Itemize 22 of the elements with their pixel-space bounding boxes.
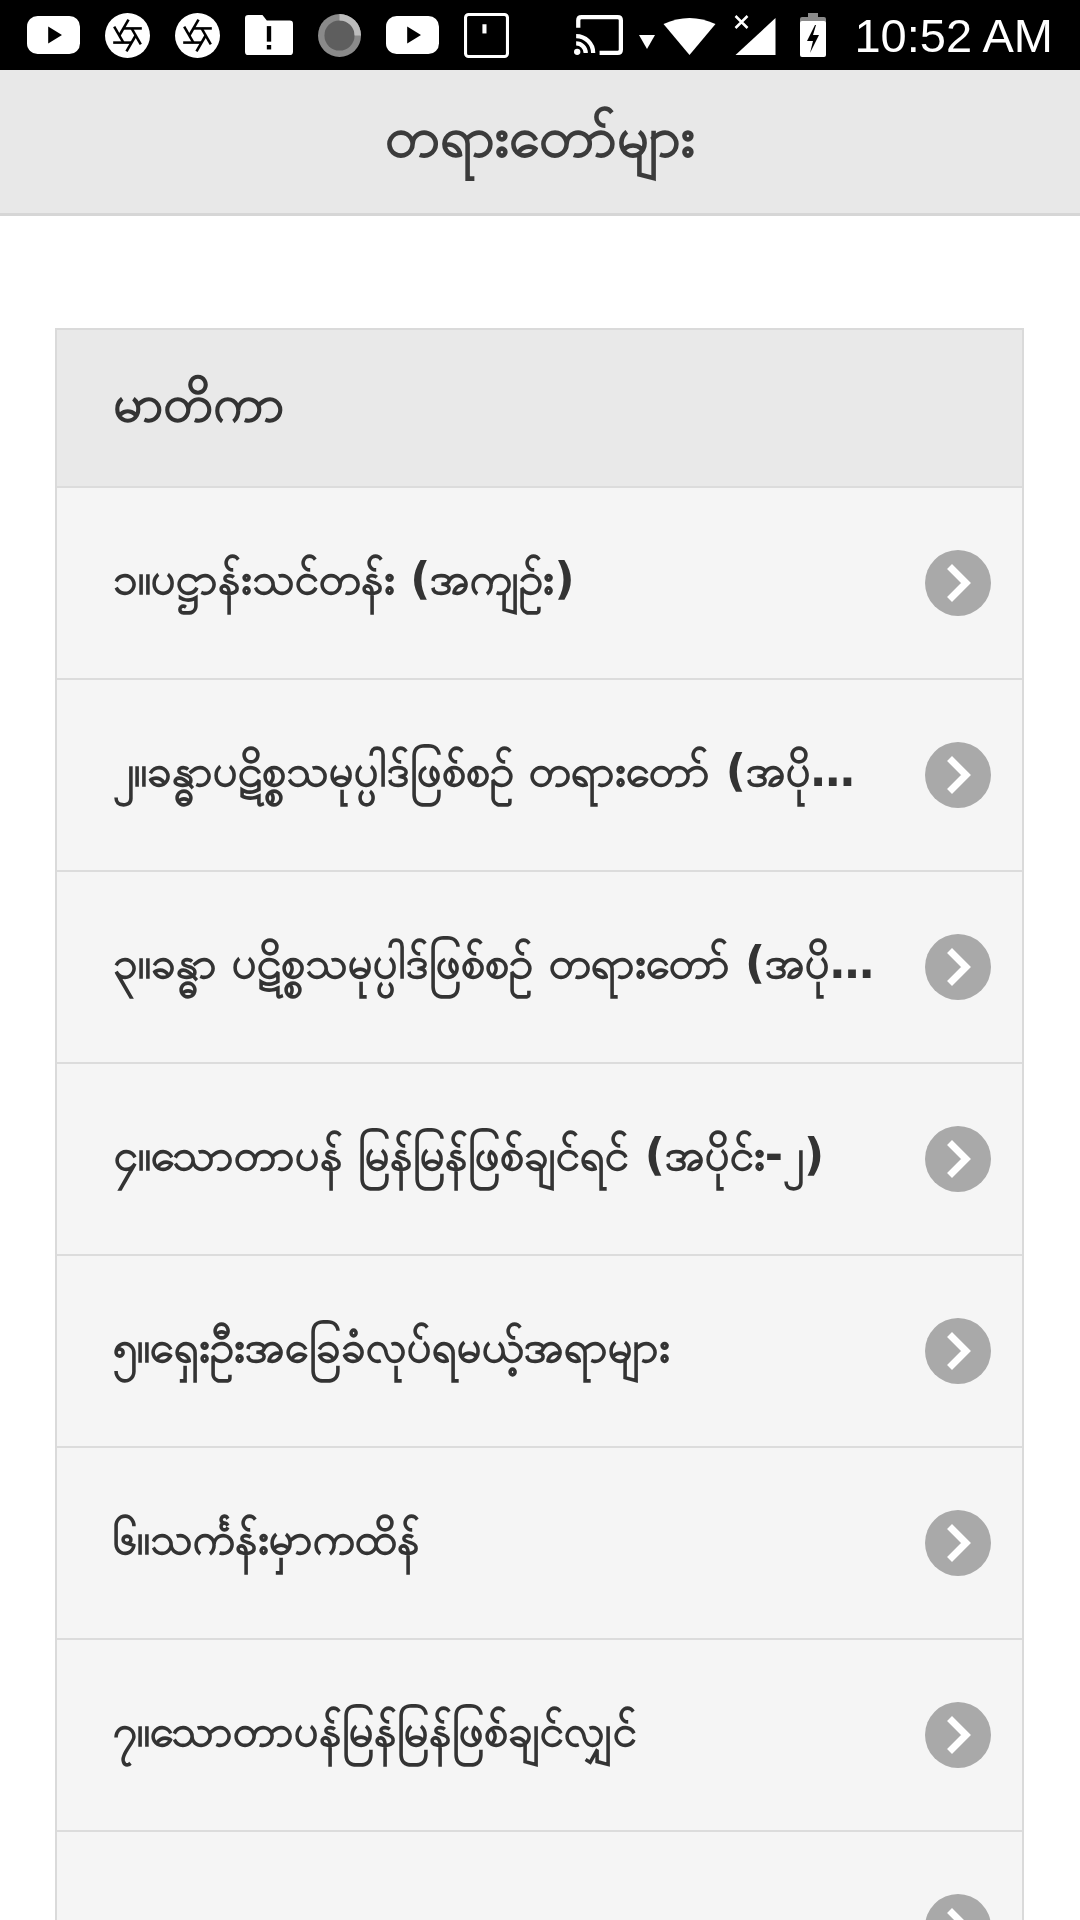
down-triangle-icon <box>639 35 656 49</box>
framed-square-icon <box>464 12 509 58</box>
chevron-right-icon <box>925 550 991 616</box>
battery-charging-icon <box>800 12 827 58</box>
aperture-icon <box>105 12 150 58</box>
app-bar-title: တရားတော်များ <box>385 100 695 183</box>
chevron-right-icon <box>925 742 991 808</box>
chevron-right-icon <box>925 1702 991 1768</box>
no-signal-icon <box>733 15 777 55</box>
aperture-icon <box>175 12 220 58</box>
section-header: မာတိကာ <box>57 330 1022 486</box>
wifi-icon <box>663 15 717 55</box>
chevron-right-icon <box>925 1510 991 1576</box>
status-time: 10:52 AM <box>854 11 1053 59</box>
folder-alert-icon <box>245 15 293 55</box>
chevron-right-icon <box>925 1126 991 1192</box>
chevron-right-icon <box>925 934 991 1000</box>
video-play-icon <box>386 16 439 54</box>
chevron-right-icon <box>925 1318 991 1384</box>
cast-icon <box>574 15 624 55</box>
loading-ring-icon <box>318 13 361 57</box>
video-play-icon <box>27 16 80 54</box>
